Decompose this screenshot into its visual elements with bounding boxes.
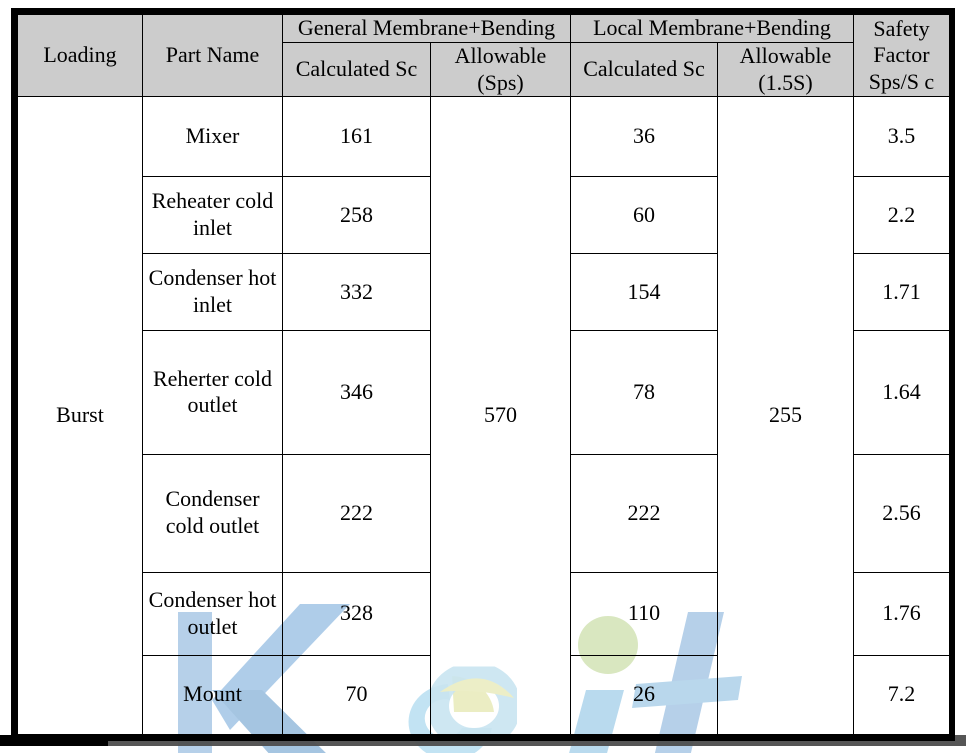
local-calculated-cell: 26: [570, 654, 718, 736]
general-calculated-cell: 332: [282, 252, 431, 332]
part-name-cell: Reheater cold inlet: [142, 175, 283, 255]
safety-factor-cell: 1.71: [853, 252, 950, 332]
general-allowable-cell: 570: [430, 96, 571, 735]
part-name-cell: Reherter cold outlet: [142, 330, 283, 455]
header-row-group: Loading Part Name General Membrane+Bendi…: [17, 13, 950, 98]
local-calculated-cell: 110: [570, 571, 718, 656]
column-header-local-allowable: Allowable (1.5S): [717, 41, 854, 98]
local-calculated-cell: 36: [570, 96, 718, 177]
part-name-cell: Mixer: [142, 96, 283, 177]
safety-factor-cell: 2.56: [853, 453, 950, 573]
column-header-local-calculated: Calculated Sc: [570, 41, 718, 98]
table-row: Burst Mixer 161 570 36 255 3.5: [17, 96, 950, 735]
general-calculated-cell: 161: [282, 96, 431, 177]
safety-factor-cell: 7.2: [853, 654, 950, 736]
general-calculated-cell: 328: [282, 571, 431, 656]
stress-evaluation-table: Loading Part Name General Membrane+Bendi…: [17, 13, 950, 736]
general-calculated-cell: 346: [282, 330, 431, 455]
spec-table-frame: Loading Part Name General Membrane+Bendi…: [11, 8, 955, 741]
column-header-loading: Loading: [17, 13, 143, 98]
part-name-cell: Condenser hot outlet: [142, 571, 283, 656]
safety-factor-cell: 3.5: [853, 96, 950, 177]
part-name-cell: Condenser hot inlet: [142, 252, 283, 332]
table-header: Loading Part Name General Membrane+Bendi…: [17, 13, 950, 98]
column-group-header-local: Local Membrane+Bending: [570, 14, 854, 43]
local-allowable-cell: 255: [717, 96, 854, 735]
local-calculated-cell: 78: [570, 330, 718, 455]
general-calculated-cell: 258: [282, 175, 431, 255]
local-calculated-cell: 60: [570, 175, 718, 255]
column-header-general-allowable: Allowable (Sps): [430, 41, 571, 98]
column-header-general-calculated: Calculated Sc: [282, 41, 431, 98]
local-calculated-cell: 222: [570, 453, 718, 573]
part-name-cell: Condenser cold outlet: [142, 453, 283, 573]
safety-factor-cell: 1.64: [853, 330, 950, 455]
loading-cell: Burst: [17, 96, 143, 735]
column-group-header-general: General Membrane+Bending: [282, 14, 571, 43]
table-body: Burst Mixer 161 570 36 255 3.5 Reheater …: [17, 96, 950, 736]
part-name-cell: Mount: [142, 654, 283, 736]
local-calculated-cell: 154: [570, 252, 718, 332]
safety-factor-cell: 2.2: [853, 175, 950, 255]
safety-factor-cell: 1.76: [853, 571, 950, 656]
general-calculated-cell: 222: [282, 453, 431, 573]
column-header-part-name: Part Name: [142, 13, 283, 98]
column-header-safety-factor: Safety Factor Sps/S c: [853, 13, 950, 98]
general-calculated-cell: 70: [282, 654, 431, 736]
